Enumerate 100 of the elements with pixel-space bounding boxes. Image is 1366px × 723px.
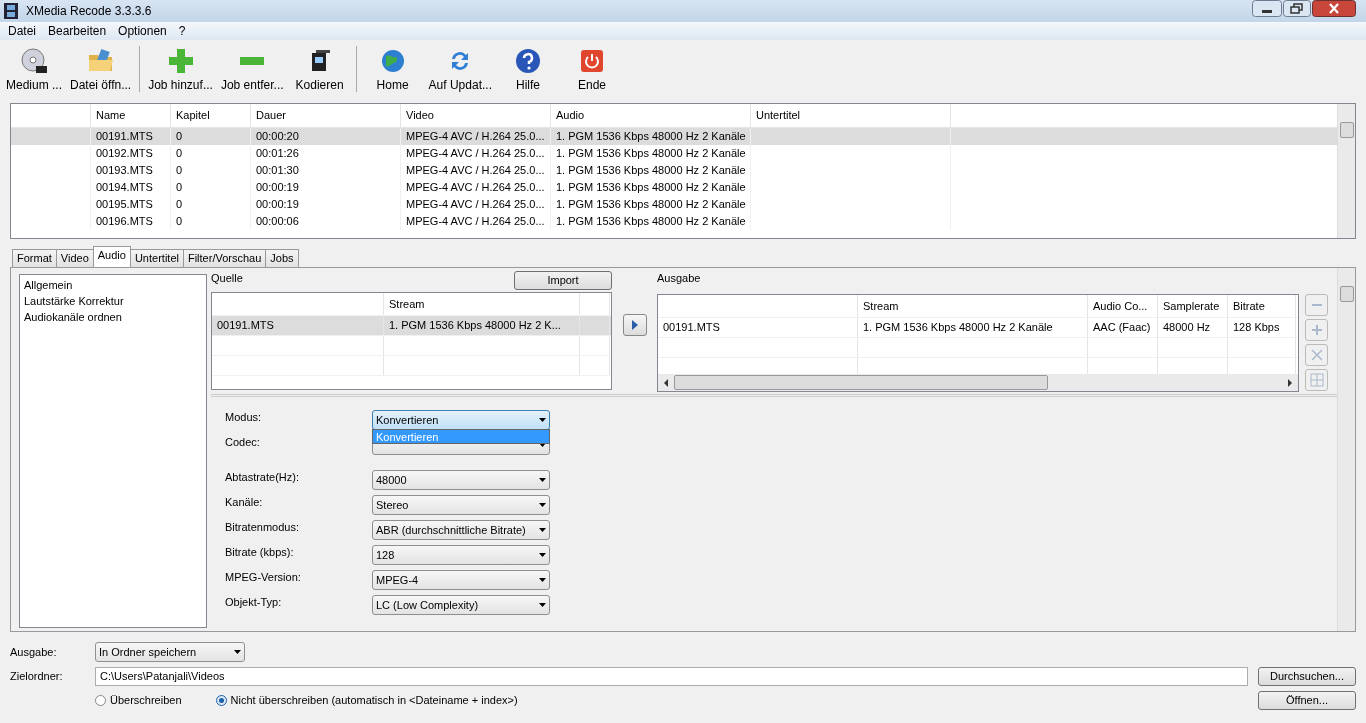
minus-icon [240,56,265,65]
table-cell: 00:00:19 [251,196,401,213]
plus-icon [166,46,195,75]
table-cell: 00:00:20 [251,128,401,145]
table-cell: 00193.MTS [91,162,171,179]
radio-label[interactable]: Nicht überschreiben (automatisch in <Dateiname + index>) [230,694,518,706]
horizontal-scrollbar[interactable] [658,374,1298,391]
column-header[interactable]: Stream [384,293,580,315]
column-header[interactable]: Stream [858,295,1088,317]
table-cell: 0 [171,145,251,162]
table-cell: MPEG-4 AVC / H.264 25.0... [401,145,551,162]
toolbar-button[interactable]: Datei öffn... [66,46,136,92]
field-label: Codec: [225,435,261,448]
output-label: Ausgabe: [10,646,58,658]
table-cell: 1. PGM 1536 Kbps 48000 Hz 2 K... [384,316,580,335]
column-header[interactable]: Untertitel [751,104,951,127]
dropdown[interactable]: 48000 [372,469,550,490]
file-row[interactable]: 00194.MTS 0 00:00:19 MPEG-4 AVC / H.264 25.0... 1. PGM 1536 Kbps 48000 Hz 2 Kanäle [11,179,1337,196]
table-cell: MPEG-4 AVC / H.264 25.0... [401,162,551,179]
table-cell: AAC (Faac) [1088,318,1158,337]
column-header[interactable]: Dauer [251,104,401,127]
column-header[interactable]: Samplerate [1158,295,1228,317]
list-item[interactable]: Lautstärke Korrektur [24,293,202,309]
toolbar-button[interactable]: Home [360,46,425,92]
file-row[interactable]: 00192.MTS 0 00:01:26 MPEG-4 AVC / H.264 25.0... 1. PGM 1536 Kbps 48000 Hz 2 Kanäle [11,145,1337,162]
column-header[interactable]: Kapitel [171,104,251,127]
field-label: Objekt-Typ: [225,595,283,608]
tab[interactable]: Format [12,249,57,267]
table-cell: 1. PGM 1536 Kbps 48000 Hz 2 Kanäle [551,145,751,162]
field-label: Modus: [225,410,263,423]
film-strip-icon [4,3,18,19]
dropdown[interactable]: MPEG-4 [372,569,550,590]
toolbar-button[interactable]: Kodieren [287,46,352,92]
column-header[interactable]: Bitrate [1228,295,1296,317]
table-cell: 1. PGM 1536 Kbps 48000 Hz 2 Kanäle [551,196,751,213]
table-cell: 00:01:30 [251,162,401,179]
dropdown[interactable]: ABR (durchschnittliche Bitrate) [372,519,550,540]
table-cell: 00194.MTS [91,179,171,196]
dropdown[interactable]: Konvertieren [372,409,550,430]
import-button[interactable]: Import [514,270,612,290]
folder-path-field[interactable]: C:\Users\Patanjali\Videos [95,666,1248,686]
toolbar-button[interactable]: Hilfe [496,46,560,92]
menu-item[interactable]: ? [172,24,192,38]
table-cell: 1. PGM 1536 Kbps 48000 Hz 2 Kanäle [551,179,751,196]
toolbar-button[interactable]: Job hinzuf... [144,46,217,92]
table-cell: 00191.MTS [658,318,858,337]
tab[interactable]: Jobs [265,249,299,267]
grid-icon [1309,373,1324,387]
tab[interactable]: Filter/Vorschau [182,249,267,267]
column-header[interactable]: Audio [551,104,751,127]
scrollbar[interactable] [1337,104,1355,238]
column-header[interactable]: Audio Co... [1088,295,1158,317]
add-stream-button[interactable] [623,314,647,336]
file-row[interactable]: 00196.MTS 0 00:00:06 MPEG-4 AVC / H.264 25.0... 1. PGM 1536 Kbps 48000 Hz 2 Kanäle [11,213,1337,230]
menu-item[interactable]: Optionen [112,24,173,38]
file-row[interactable]: 00195.MTS 0 00:00:19 MPEG-4 AVC / H.264 25.0... 1. PGM 1536 Kbps 48000 Hz 2 Kanäle [11,196,1337,213]
radio-button[interactable] [95,694,106,706]
minimize-icon[interactable] [1252,0,1282,17]
table-cell: 00:00:19 [251,179,401,196]
cross-icon [1309,348,1324,362]
field-label: MPEG-Version: [225,570,302,583]
field-label: Abtastrate(Hz): [225,470,300,483]
stream-row[interactable]: 00191.MTS 1. PGM 1536 Kbps 48000 Hz 2 K... [212,316,611,336]
menu-item[interactable]: Datei [2,24,42,38]
table-cell: MPEG-4 AVC / H.264 25.0... [401,128,551,145]
dropdown[interactable]: 128 [372,544,550,565]
restore-icon[interactable] [1283,0,1311,17]
toolbar-button[interactable]: Auf Updat... [424,46,496,92]
play-arrow-icon [631,320,639,330]
dropdown[interactable]: LC (Low Complexity) [372,594,550,615]
field-label: Kanäle: [225,495,264,508]
open-button[interactable]: Öffnen... [1258,690,1356,710]
output-dropdown[interactable]: In Ordner speichern [95,642,245,662]
tab[interactable]: Untertitel [129,249,184,267]
list-item[interactable]: Audiokanäle ordnen [24,309,202,325]
table-cell: 0 [171,162,251,179]
table-cell: MPEG-4 AVC / H.264 25.0... [401,179,551,196]
tab[interactable]: Video [55,249,94,267]
radio-label[interactable]: Überschreiben [110,694,182,706]
right-arrow-icon[interactable] [1288,378,1292,387]
toolbar-button[interactable]: Job entfer... [216,46,288,92]
list-item[interactable]: Allgemein [24,277,202,293]
table-cell: 00:01:26 [251,145,401,162]
dropdown[interactable]: Stereo [372,494,550,515]
toolbar-button[interactable]: Ende [560,46,624,92]
field-label: Bitratenmodus: [225,520,300,533]
column-header[interactable]: Name [91,104,171,127]
menu-item[interactable]: Bearbeiten [42,24,113,38]
window-title: XMedia Recode 3.3.3.6 [26,4,153,18]
radio-button[interactable] [215,694,227,706]
toolbar-button[interactable]: Medium ... [2,46,66,92]
close-icon[interactable] [1312,0,1356,17]
table-cell: 128 Kbps [1228,318,1296,337]
file-row[interactable]: 00191.MTS 0 00:00:20 MPEG-4 AVC / H.264 25.0... 1. PGM 1536 Kbps 48000 Hz 2 Kanäle [11,128,1337,145]
left-arrow-icon[interactable] [664,378,668,387]
column-header[interactable]: Video [401,104,551,127]
tab[interactable]: Audio [92,246,131,267]
file-row[interactable]: 00193.MTS 0 00:01:30 MPEG-4 AVC / H.264 25.0... 1. PGM 1536 Kbps 48000 Hz 2 Kanäle [11,162,1337,179]
scrollbar[interactable] [1337,268,1355,631]
browse-button[interactable]: Durchsuchen... [1258,666,1356,686]
